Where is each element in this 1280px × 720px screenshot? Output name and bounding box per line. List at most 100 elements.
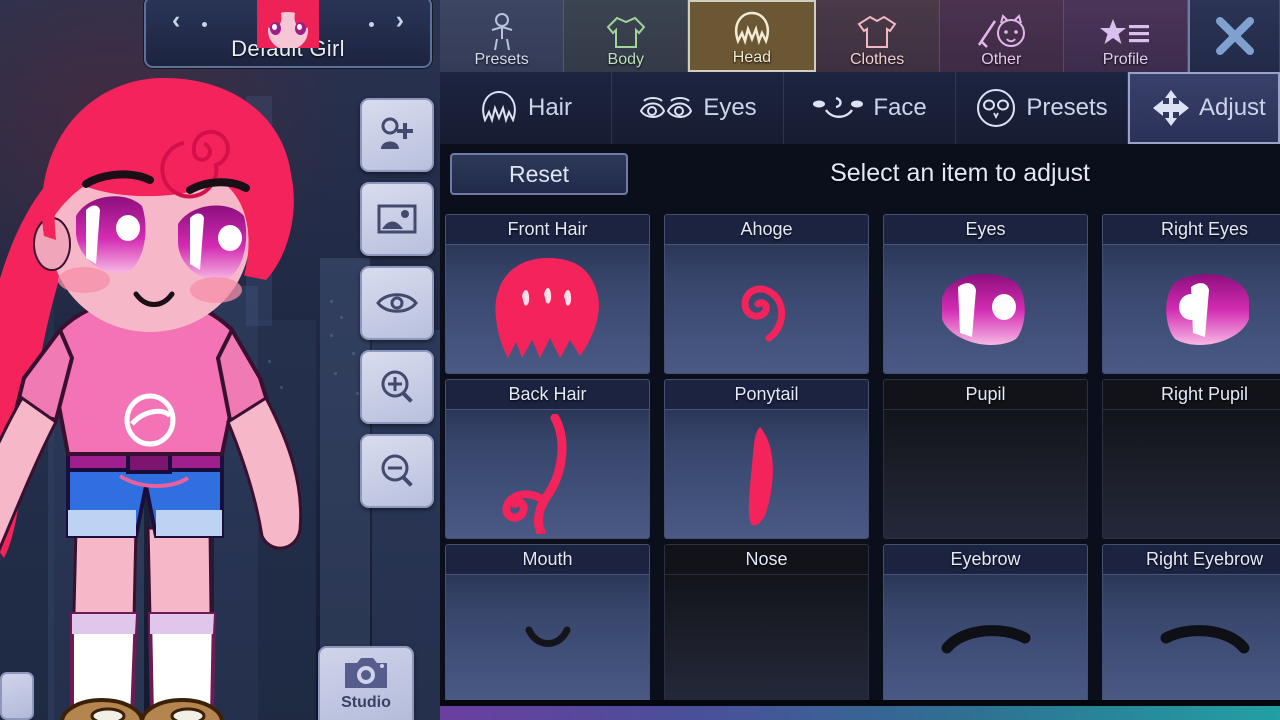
- panel-corner-decoration: [0, 672, 34, 720]
- grid-cell-eyes[interactable]: Eyes: [883, 214, 1088, 374]
- tab-clothes[interactable]: Clothes: [815, 0, 940, 72]
- character-thumbnail[interactable]: [257, 0, 319, 48]
- adjust-toolbar: Reset Select an item to adjust: [440, 144, 1280, 202]
- character-preview-stage[interactable]: ‹ › Default Girl Studio: [0, 0, 440, 720]
- subtab-adjust-label: Adjust: [1199, 94, 1266, 121]
- grid-cell-back-hair[interactable]: Back Hair: [445, 379, 650, 539]
- subtab-bar: Hair Eyes Face Presets Adjust: [440, 72, 1280, 144]
- zoom-in-button[interactable]: [360, 350, 434, 424]
- studio-button[interactable]: Studio: [318, 646, 414, 720]
- hair-head-icon: [732, 11, 772, 49]
- studio-label: Studio: [341, 694, 391, 711]
- eye-icon: [376, 293, 418, 313]
- subtab-presets[interactable]: Presets: [956, 72, 1128, 144]
- front-hair-thumb: [446, 245, 649, 373]
- grid-cell-label: Mouth: [446, 545, 649, 575]
- tshirt-icon: [856, 13, 898, 51]
- eyes-thumb: [884, 245, 1087, 373]
- eye-right-art: [1165, 274, 1249, 346]
- right-pupil-thumb-empty: [1103, 410, 1280, 538]
- background-button[interactable]: [360, 182, 434, 256]
- pupil-thumb-empty: [884, 410, 1087, 538]
- grid-cell-label: Ponytail: [665, 380, 868, 410]
- shirt-body-icon: [604, 13, 648, 51]
- subtab-presets-label: Presets: [1026, 94, 1108, 121]
- tab-head-label: Head: [732, 49, 772, 66]
- close-button[interactable]: [1188, 0, 1280, 72]
- grid-cell-label: Right Eyes: [1103, 215, 1280, 245]
- subtab-hair[interactable]: Hair: [440, 72, 612, 144]
- right-eyes-thumb: [1103, 245, 1280, 373]
- tab-head[interactable]: Head: [688, 0, 816, 72]
- subtab-face-label: Face: [873, 94, 927, 121]
- tab-presets-label: Presets: [474, 51, 529, 68]
- grid-cell-label: Right Eyebrow: [1103, 545, 1280, 575]
- grid-cell-label: Nose: [665, 545, 868, 575]
- grid-cell-front-hair[interactable]: Front Hair: [445, 214, 650, 374]
- grid-cell-ponytail[interactable]: Ponytail: [664, 379, 869, 539]
- category-tab-bar: Presets Body Head Clothes Other Profile: [440, 0, 1280, 72]
- tab-other[interactable]: Other: [939, 0, 1064, 72]
- editor-panel: Presets Body Head Clothes Other Profile …: [440, 0, 1280, 720]
- zoom-out-button[interactable]: [360, 434, 434, 508]
- zoom-out-icon: [381, 454, 413, 487]
- tab-clothes-label: Clothes: [849, 51, 905, 68]
- grid-cell-right-pupil[interactable]: Right Pupil: [1102, 379, 1280, 539]
- gacha-character-editor: ‹ › Default Girl Studio Presets Body Hea…: [0, 0, 1280, 720]
- grid-cell-right-eyebrow[interactable]: Right Eyebrow: [1102, 544, 1280, 704]
- move-arrows-icon: [1152, 89, 1190, 127]
- subtab-face[interactable]: Face: [784, 72, 956, 144]
- subtab-hair-label: Hair: [527, 94, 572, 121]
- tab-presets[interactable]: Presets: [440, 0, 565, 72]
- hair-icon: [479, 90, 519, 126]
- character-name-card[interactable]: ‹ › Default Girl: [144, 0, 432, 68]
- adjust-item-grid: Front Hair Ahoge Eyes Right Eyes Back Ha…: [445, 214, 1280, 706]
- face-presets-icon: [975, 87, 1017, 129]
- add-character-button[interactable]: [360, 98, 434, 172]
- bottom-accent-bar: [440, 706, 1280, 720]
- grid-cell-nose[interactable]: Nose: [664, 544, 869, 704]
- tab-profile[interactable]: Profile: [1063, 0, 1189, 72]
- tab-other-label: Other: [981, 51, 1022, 68]
- person-plus-icon: [381, 117, 413, 149]
- subtab-eyes[interactable]: Eyes: [612, 72, 784, 144]
- mouth-art: [525, 626, 570, 647]
- eyes-icon: [638, 93, 694, 123]
- ponytail-thumb: [665, 410, 868, 538]
- grid-cell-right-eyes[interactable]: Right Eyes: [1102, 214, 1280, 374]
- grid-cell-eyebrow[interactable]: Eyebrow: [883, 544, 1088, 704]
- grid-cell-label: Pupil: [884, 380, 1087, 410]
- reset-button[interactable]: Reset: [450, 153, 628, 195]
- eyebrow-thumb: [884, 575, 1087, 703]
- camera-icon: [345, 658, 387, 688]
- nose-thumb-empty: [665, 575, 868, 703]
- face-icon: [812, 94, 864, 122]
- character-avatar[interactable]: [0, 58, 360, 720]
- eyebrow-left-art: [941, 625, 1030, 654]
- mouth-thumb: [446, 575, 649, 703]
- grid-cell-ahoge[interactable]: Ahoge: [664, 214, 869, 374]
- subtab-adjust[interactable]: Adjust: [1128, 72, 1280, 144]
- grid-cell-pupil[interactable]: Pupil: [883, 379, 1088, 539]
- image-icon: [377, 204, 417, 234]
- next-character-button[interactable]: ›: [396, 6, 404, 35]
- ahoge-thumb: [665, 245, 868, 373]
- subtab-eyes-label: Eyes: [703, 94, 757, 121]
- eyebrow-right-art: [1160, 625, 1249, 654]
- preview-toolbar: [360, 98, 434, 518]
- visibility-button[interactable]: [360, 266, 434, 340]
- grid-cell-label: Front Hair: [446, 215, 649, 245]
- grid-cell-label: Eyebrow: [884, 545, 1087, 575]
- prev-dot-icon: [202, 22, 207, 27]
- close-icon: [1215, 17, 1254, 55]
- prev-character-button[interactable]: ‹: [172, 6, 180, 35]
- right-eyebrow-thumb: [1103, 575, 1280, 703]
- tab-body[interactable]: Body: [564, 0, 689, 72]
- front-hair-art: [494, 258, 599, 358]
- grid-cell-mouth[interactable]: Mouth: [445, 544, 650, 704]
- next-dot-icon: [369, 22, 374, 27]
- grid-cell-label: Eyes: [884, 215, 1087, 245]
- grid-cell-label: Ahoge: [665, 215, 868, 245]
- tab-profile-label: Profile: [1102, 51, 1149, 68]
- ponytail-art: [748, 427, 773, 526]
